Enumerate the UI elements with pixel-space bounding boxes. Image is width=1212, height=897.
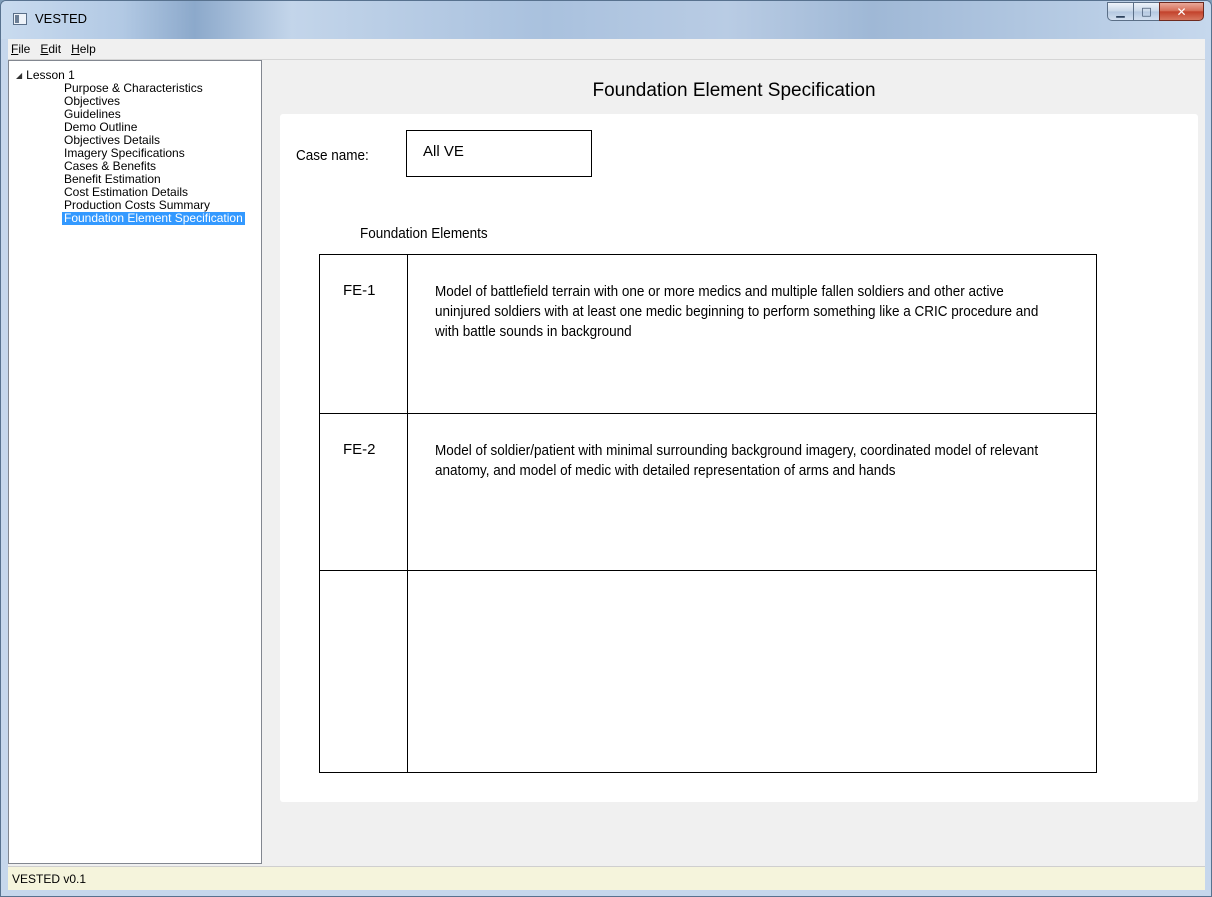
case-name-field[interactable]: All VE [406, 130, 592, 177]
content-panel: Case name: All VE Foundation Elements FE… [280, 114, 1198, 802]
navigation-tree[interactable]: ◢ Lesson 1 Purpose & Characteristics Obje… [8, 60, 262, 864]
table-row[interactable] [320, 571, 1096, 772]
menu-file-label: ile [18, 42, 31, 56]
maximize-button[interactable]: □ [1133, 2, 1159, 21]
fe-id-cell[interactable]: FE-2 [343, 441, 376, 458]
maximize-icon: □ [1141, 5, 1152, 18]
fe-id-cell[interactable]: FE-1 [343, 282, 376, 299]
main-content: Foundation Element Specification Case na… [263, 60, 1205, 866]
page-title: Foundation Element Specification [592, 80, 876, 101]
window-title: VESTED [35, 11, 88, 26]
case-name-label: Case name: [296, 147, 369, 164]
tree-item-foundation-element-specification[interactable]: Foundation Element Specification [62, 212, 245, 225]
expand-arrow-icon[interactable]: ◢ [16, 71, 22, 80]
menu-bar: File Edit Help [8, 39, 1205, 60]
client-area: ◢ Lesson 1 Purpose & Characteristics Obje… [8, 60, 1205, 866]
menu-help[interactable]: Help [66, 42, 101, 56]
menu-edit[interactable]: Edit [35, 42, 66, 56]
foundation-elements-table: FE-1 Model of battlefield terrain with o… [319, 254, 1097, 773]
close-icon: ✕ [1176, 4, 1187, 19]
tree-items: Purpose & Characteristics Objectives Gui… [62, 82, 245, 225]
menu-help-accel: H [71, 42, 80, 56]
minimize-icon: ▁ [1116, 5, 1125, 18]
menu-edit-label: dit [48, 42, 62, 56]
menu-help-label: elp [79, 42, 96, 56]
table-row[interactable]: FE-2 Model of soldier/patient with minim… [320, 414, 1096, 571]
status-text: VESTED v0.1 [12, 872, 87, 886]
close-button[interactable]: ✕ [1159, 2, 1204, 21]
app-icon[interactable] [13, 13, 27, 25]
title-bar[interactable]: VESTED ▁ □ ✕ [1, 1, 1211, 39]
window-controls: ▁ □ ✕ [1107, 2, 1204, 21]
foundation-elements-heading: Foundation Elements [360, 225, 488, 242]
fe-description-cell[interactable]: Model of battlefield terrain with one or… [435, 282, 1047, 342]
table-row[interactable]: FE-1 Model of battlefield terrain with o… [320, 255, 1096, 414]
app-window: VESTED ▁ □ ✕ File Edit Help ◢ Lesson 1 Pu… [0, 0, 1212, 897]
menu-file[interactable]: File [8, 42, 35, 56]
fe-description-cell[interactable]: Model of soldier/patient with minimal su… [435, 441, 1047, 481]
tree-root-label: Lesson 1 [26, 68, 75, 82]
minimize-button[interactable]: ▁ [1107, 2, 1133, 21]
status-bar: VESTED v0.1 [8, 866, 1205, 890]
